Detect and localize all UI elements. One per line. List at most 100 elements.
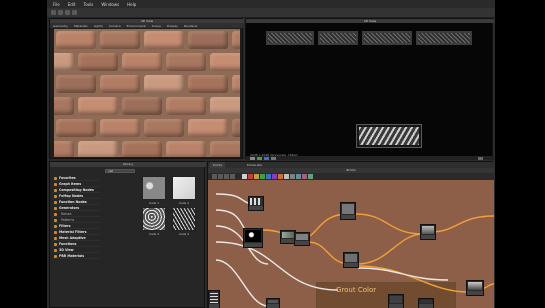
brick [122,141,162,157]
3d-menu-camera[interactable]: Camera [109,24,121,28]
graph-tool-3-icon[interactable] [224,174,229,179]
graph-panel: bricks bricks.sbs Bricks Grout Color [207,161,494,308]
wire [215,241,339,291]
3d-menu-display[interactable]: Display [167,24,178,28]
brick [122,97,162,115]
2d-view-statusbar [246,156,494,160]
menu-help[interactable]: Help [127,2,136,7]
channel-green-icon[interactable] [257,156,262,160]
channel-alpha-icon[interactable] [271,156,276,160]
category-icon [54,236,57,240]
wire [357,233,424,265]
brick [100,119,140,137]
library-tree-item-label: FxMap Nodes [59,194,84,198]
category-icon [54,206,57,210]
node-atomic-10-icon[interactable] [296,174,301,179]
3d-view-panel: 3D View Geometry Materials Lights Camera… [49,18,244,159]
2d-view-panel: 2D View 2048 x 2048 (Grayscale, 16bpc) [245,18,494,160]
graph-node[interactable] [294,232,310,246]
node-atomic-1-icon[interactable] [242,174,247,179]
cells-4-thumbnail[interactable] [172,207,196,231]
graph-tool-1-icon[interactable] [212,174,217,179]
brick [166,97,206,115]
library-title: Library [50,162,206,167]
wire [357,267,449,281]
brick [54,97,74,115]
save-icon[interactable] [65,10,70,15]
node-atomic-5-icon[interactable] [266,174,271,179]
new-icon[interactable] [51,10,56,15]
brick [188,31,228,49]
node-atomic-4-icon[interactable] [260,174,265,179]
graph-node[interactable] [266,298,280,308]
cells-4-label: Cells 4 [178,232,190,236]
brick [232,119,240,137]
graph-node[interactable] [248,196,264,211]
undo-icon[interactable] [72,10,77,15]
wire [429,215,494,233]
2d-texture-preview[interactable] [356,124,422,148]
brick [210,53,240,71]
graph-node[interactable] [388,294,404,308]
cells-1-thumbnail[interactable] [142,176,166,200]
brick [188,119,228,137]
graph-canvas[interactable]: Grout Color [208,180,494,308]
brick [210,97,240,115]
menu-edit[interactable]: Edit [68,2,76,7]
grout-color-frame-label: Grout Color [336,286,377,294]
node-atomic-9-icon[interactable] [290,174,295,179]
node-atomic-8-icon[interactable] [284,174,289,179]
category-icon [54,182,57,186]
brick [166,53,206,71]
brick [54,141,74,157]
graph-tool-4-icon[interactable] [230,174,235,179]
zoom-fit-icon[interactable] [478,156,483,160]
category-icon [54,194,57,198]
3d-menu-environment[interactable]: Environment [127,24,146,28]
library-tree-item-label: Functions [59,242,77,246]
graph-node[interactable] [420,224,436,240]
graph-node[interactable] [343,252,359,268]
library-results: Cells 1 Cells 2 Cells 3 Cells 4 [140,176,204,256]
graph-node[interactable] [418,298,434,308]
node-atomic-7-icon[interactable] [278,174,283,179]
3d-menu-materials[interactable]: Materials [74,24,88,28]
cells-3-thumbnail[interactable] [142,207,166,231]
library-panel: Library cell Favorites Graph Items Composi… [49,161,206,308]
3d-menu-scene[interactable]: Scene [152,24,161,28]
category-icon [54,242,57,246]
cells-2-thumbnail[interactable] [172,176,196,200]
brick-material-preview[interactable] [54,29,240,157]
library-tree-item[interactable]: PBR Materials [52,253,100,259]
graph-tool-2-icon[interactable] [218,174,223,179]
menu-windows[interactable]: Windows [101,2,119,7]
node-atomic-6-icon[interactable] [272,174,277,179]
library-search-input[interactable]: cell [105,169,135,173]
category-icon [54,200,57,204]
brick [122,53,162,71]
graph-node[interactable] [466,280,484,296]
3d-menu-renderer[interactable]: Renderer [184,24,198,28]
brick [188,75,228,93]
brick [232,75,240,93]
brick [78,141,118,157]
library-tree-item-label: 3D View [59,248,74,252]
library-tree-item-label: Favorites [59,176,76,180]
node-atomic-12-icon[interactable] [308,174,313,179]
menu-file[interactable]: File [53,2,60,7]
node-atomic-11-icon[interactable] [302,174,307,179]
graph-node[interactable] [208,290,220,308]
channel-rgb-icon[interactable] [250,156,255,160]
graph-node[interactable] [243,228,263,248]
3d-menu-lights[interactable]: Lights [94,24,103,28]
menu-tools[interactable]: Tools [83,2,93,7]
node-atomic-3-icon[interactable] [254,174,259,179]
channel-blue-icon[interactable] [264,156,269,160]
node-atomic-2-icon[interactable] [248,174,253,179]
graph-node[interactable] [340,202,356,220]
brick [100,31,140,49]
open-icon[interactable] [58,10,63,15]
library-tree-item-label: Function Nodes [59,200,87,204]
3d-menu-geometry[interactable]: Geometry [53,24,68,28]
main-toolbar [47,8,495,18]
